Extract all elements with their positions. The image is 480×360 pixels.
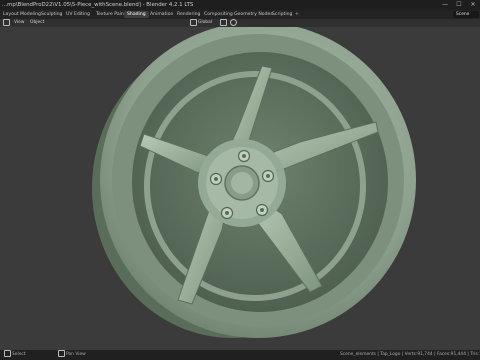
- close-button[interactable]: ✕: [466, 0, 480, 10]
- viewport-header: View Object Global: [0, 19, 480, 27]
- workspace-tab-bar: Layout Modeling Sculpting UV Editing Tex…: [0, 10, 480, 19]
- status-pan: Pan View: [66, 352, 86, 357]
- tab-rendering[interactable]: Rendering: [174, 11, 203, 18]
- add-workspace-button[interactable]: +: [292, 11, 302, 18]
- tab-sculpting[interactable]: Sculpting: [38, 11, 65, 18]
- status-bar: Select Pan View Scene_elements | Tap_Log…: [0, 350, 480, 360]
- tab-animation[interactable]: Animation: [147, 11, 176, 18]
- tab-shading[interactable]: Shading: [124, 11, 149, 18]
- minimize-button[interactable]: —: [438, 0, 452, 10]
- center-cap: [231, 172, 253, 194]
- transform-orientation-dropdown[interactable]: Global: [198, 19, 212, 27]
- window-title: ...mp\BlendProD22\V1.05\5-Piece_withScen…: [2, 2, 194, 8]
- menu-object[interactable]: Object: [30, 19, 44, 27]
- menu-view[interactable]: View: [14, 19, 24, 27]
- window-titlebar: ...mp\BlendProD22\V1.05\5-Piece_withScen…: [0, 0, 480, 10]
- scene-statistics: Scene_elements | Tap_Logo | Verts:91,744…: [340, 352, 480, 357]
- wheel-model: [92, 27, 416, 338]
- tab-uv-editing[interactable]: UV Editing: [63, 11, 93, 18]
- status-select: Select: [12, 352, 26, 357]
- 3d-viewport[interactable]: [0, 27, 480, 350]
- maximize-button[interactable]: ☐: [452, 0, 466, 10]
- scene-selector[interactable]: Scene: [453, 11, 479, 18]
